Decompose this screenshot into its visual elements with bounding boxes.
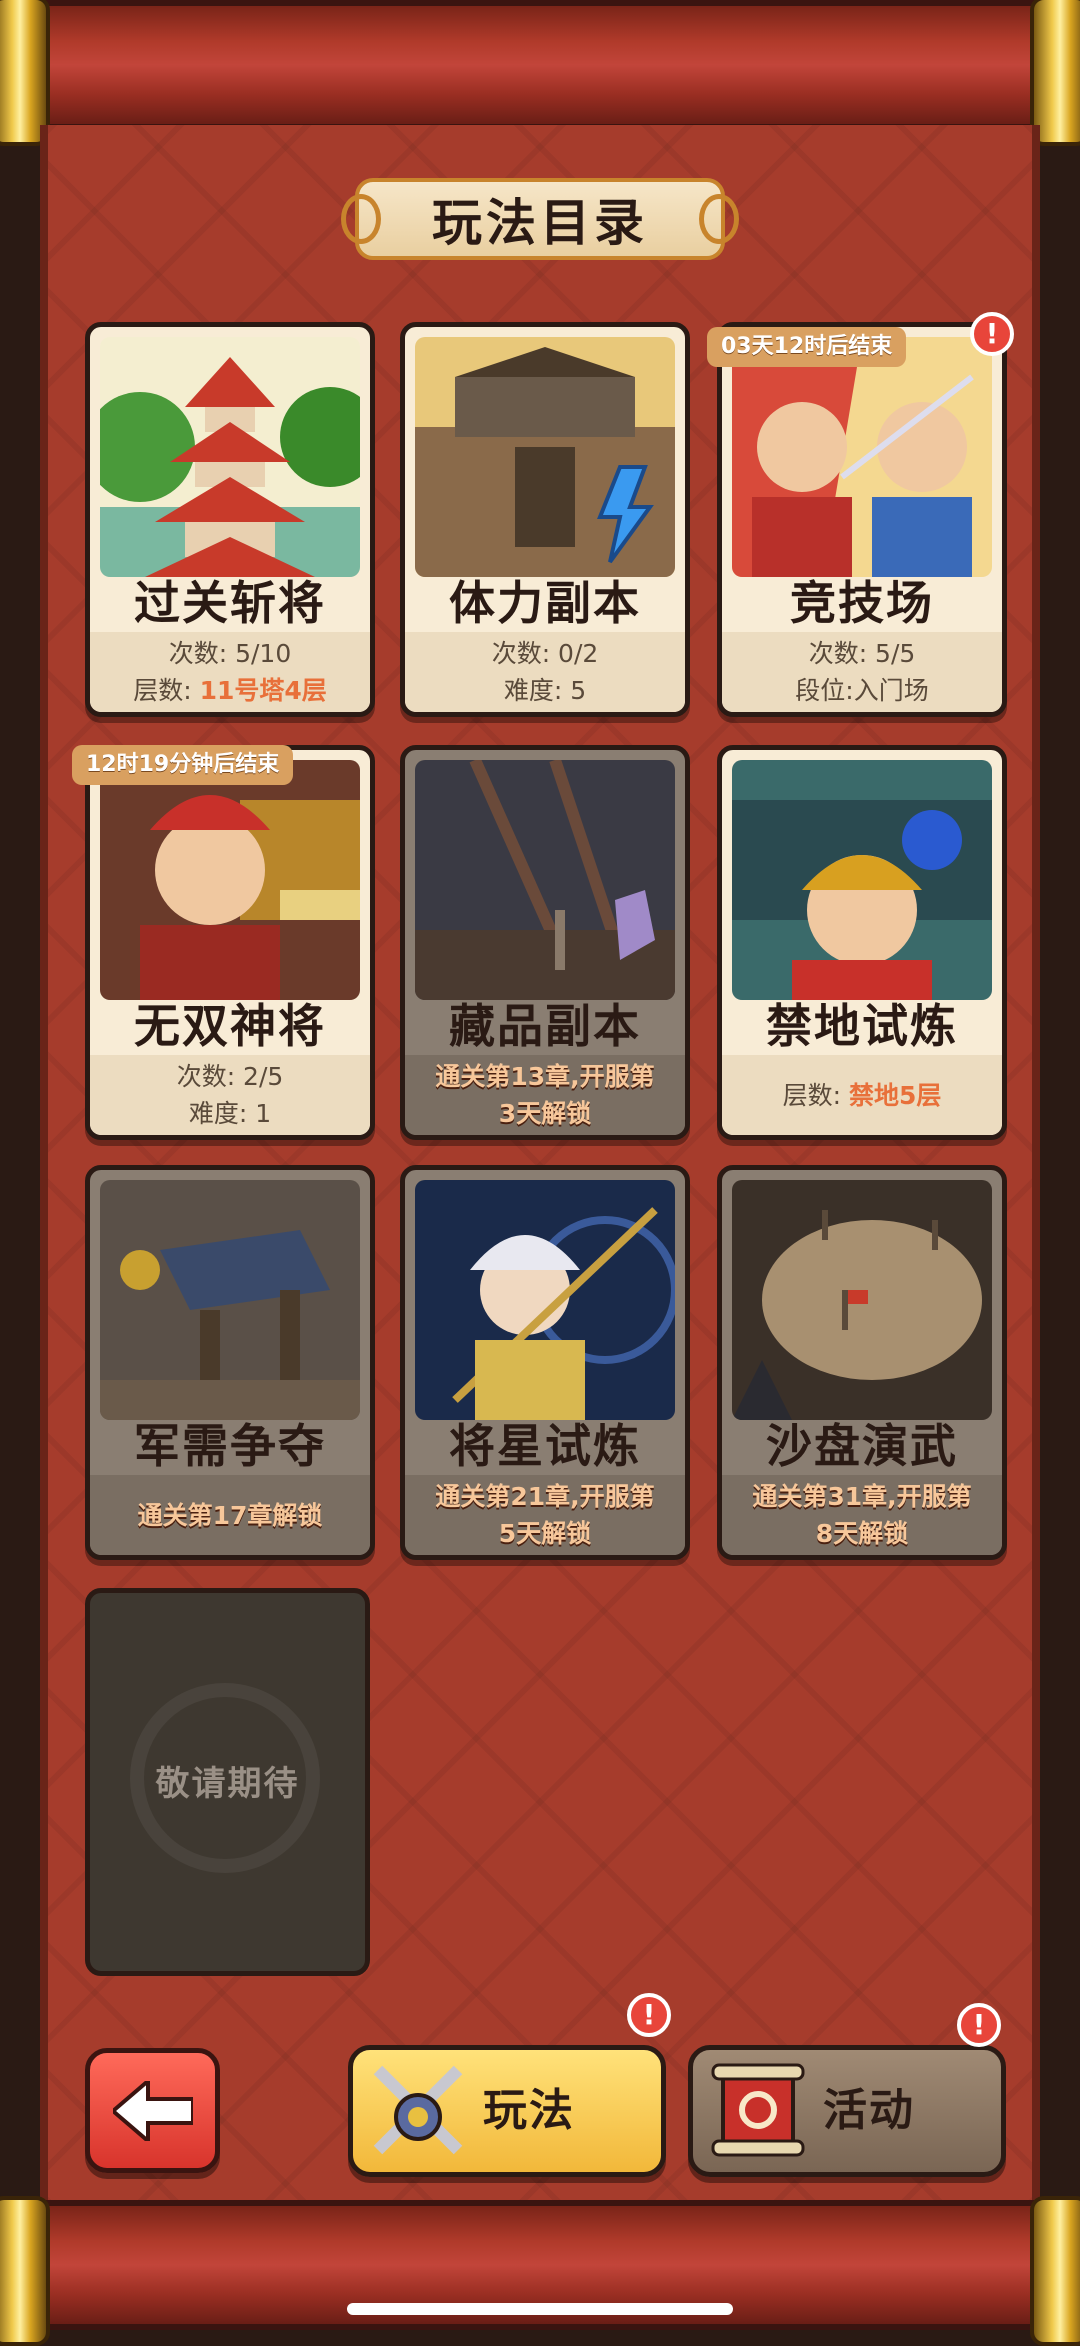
attempts-text: 次数: 5/5 bbox=[808, 639, 916, 668]
floor-label: 层数: bbox=[133, 676, 200, 705]
card-jindi[interactable]: 禁地试炼 层数: 禁地5层 bbox=[717, 745, 1007, 1140]
card-name: 军需争夺 bbox=[134, 1419, 326, 1473]
back-button[interactable] bbox=[85, 2048, 220, 2173]
scroll-top-rod bbox=[0, 0, 1080, 146]
floor-value: 禁地5层 bbox=[848, 1080, 942, 1110]
page-title: 玩法目录 bbox=[432, 194, 648, 252]
unlock-requirement: 通关第17章解锁 bbox=[90, 1475, 370, 1555]
card-tili[interactable]: 体力副本 次数: 0/2 难度: 5 bbox=[400, 322, 690, 717]
card-name: 藏品副本 bbox=[449, 999, 641, 1053]
card-info: 次数: 2/5 难度: 1 bbox=[90, 1055, 370, 1135]
star-general-art bbox=[415, 1180, 675, 1420]
unlock-requirement: 通关第13章,开服第 3天解锁 bbox=[405, 1055, 685, 1135]
attempts-text: 次数: 0/2 bbox=[491, 639, 599, 668]
difficulty-text: 难度: 5 bbox=[503, 676, 587, 705]
back-arrow-icon bbox=[112, 2080, 193, 2141]
coming-soon-label: 敬请期待 bbox=[155, 1764, 300, 1804]
supply-art bbox=[100, 1180, 360, 1420]
coming-soon-slot: 敬请期待 bbox=[85, 1588, 370, 1976]
crossed-swords-icon bbox=[373, 2065, 463, 2155]
title-swirl-left-icon bbox=[341, 194, 381, 244]
card-name: 过关斩将 bbox=[134, 576, 326, 630]
unlock-line-2: 8天解锁 bbox=[815, 1519, 909, 1548]
events-alert-icon: ! bbox=[957, 2003, 1001, 2047]
play-alert-icon: ! bbox=[627, 1993, 671, 2037]
unlock-requirement: 通关第21章,开服第 5天解锁 bbox=[405, 1475, 685, 1555]
scroll-icon bbox=[711, 2063, 805, 2157]
forbidden-art bbox=[732, 760, 992, 1000]
card-jiangxing[interactable]: 将星试炼 通关第21章,开服第 5天解锁 bbox=[400, 1165, 690, 1560]
rank-text: 段位:入门场 bbox=[795, 676, 929, 705]
unlock-line-1: 通关第17章解锁 bbox=[137, 1500, 323, 1530]
unlock-line-2: 5天解锁 bbox=[498, 1519, 592, 1548]
floor-label: 层数: bbox=[782, 1080, 849, 1110]
card-cangpin[interactable]: 藏品副本 通关第13章,开服第 3天解锁 bbox=[400, 745, 690, 1140]
card-guoguan[interactable]: 过关斩将 次数: 5/10 层数: 11号塔4层 bbox=[85, 322, 375, 717]
unlock-line-2: 3天解锁 bbox=[498, 1099, 592, 1128]
card-name: 竞技场 bbox=[790, 576, 934, 630]
card-shapan[interactable]: 沙盘演武 通关第31章,开服第 8天解锁 bbox=[717, 1165, 1007, 1560]
card-wushuang[interactable]: 无双神将 次数: 2/5 难度: 1 bbox=[85, 745, 375, 1140]
card-info: 次数: 5/10 层数: 11号塔4层 bbox=[90, 632, 370, 712]
attempts-text: 次数: 2/5 bbox=[176, 1062, 284, 1091]
rod-cap-left bbox=[0, 2196, 50, 2346]
unlock-line-1: 通关第13章,开服第 bbox=[435, 1062, 655, 1091]
card-name: 将星试炼 bbox=[449, 1419, 641, 1473]
unlock-requirement: 通关第31章,开服第 8天解锁 bbox=[722, 1475, 1002, 1555]
floor-text: 层数: 11号塔4层 bbox=[133, 672, 327, 709]
difficulty-text: 难度: 1 bbox=[188, 1099, 272, 1128]
sandtable-art bbox=[732, 1180, 992, 1420]
title-swirl-right-icon bbox=[699, 194, 739, 244]
card-name: 体力副本 bbox=[449, 576, 641, 630]
home-indicator[interactable] bbox=[347, 2303, 733, 2315]
card-info: 次数: 0/2 难度: 5 bbox=[405, 632, 685, 712]
arena-art bbox=[732, 337, 992, 577]
unlock-line-1: 通关第31章,开服第 bbox=[752, 1482, 972, 1511]
rod-cap-right bbox=[1030, 2196, 1080, 2346]
card-name: 无双神将 bbox=[134, 999, 326, 1053]
card-arena[interactable]: 竞技场 次数: 5/5 段位:入门场 bbox=[717, 322, 1007, 717]
card-name: 沙盘演武 bbox=[766, 1419, 958, 1473]
general-art bbox=[100, 760, 360, 1000]
treasure-art bbox=[415, 760, 675, 1000]
arena-alert-icon: ! bbox=[970, 312, 1014, 356]
card-junxu[interactable]: 军需争夺 通关第17章解锁 bbox=[85, 1165, 375, 1560]
card-name: 禁地试炼 bbox=[766, 999, 958, 1053]
unlock-line-1: 通关第21章,开服第 bbox=[435, 1482, 655, 1511]
pagoda-art bbox=[100, 337, 360, 577]
tab-play[interactable]: 玩法 bbox=[348, 2045, 666, 2177]
wushuang-timer-badge: 12时19分钟后结束 bbox=[72, 745, 294, 785]
card-info: 次数: 5/5 段位:入门场 bbox=[722, 632, 1002, 712]
floor-value: 11号塔4层 bbox=[199, 676, 327, 705]
card-info: 层数: 禁地5层 bbox=[722, 1055, 1002, 1135]
floor-text: 层数: 禁地5层 bbox=[783, 1077, 942, 1114]
tab-events-label: 活动 bbox=[823, 2085, 915, 2136]
arena-timer-badge: 03天12时后结束 bbox=[707, 327, 907, 367]
tab-events[interactable]: 活动 bbox=[688, 2045, 1006, 2177]
attempts-text: 次数: 5/10 bbox=[168, 639, 292, 668]
tab-play-label: 玩法 bbox=[483, 2085, 575, 2136]
title-plate: 玩法目录 bbox=[341, 178, 739, 260]
fortress-art bbox=[415, 337, 675, 577]
